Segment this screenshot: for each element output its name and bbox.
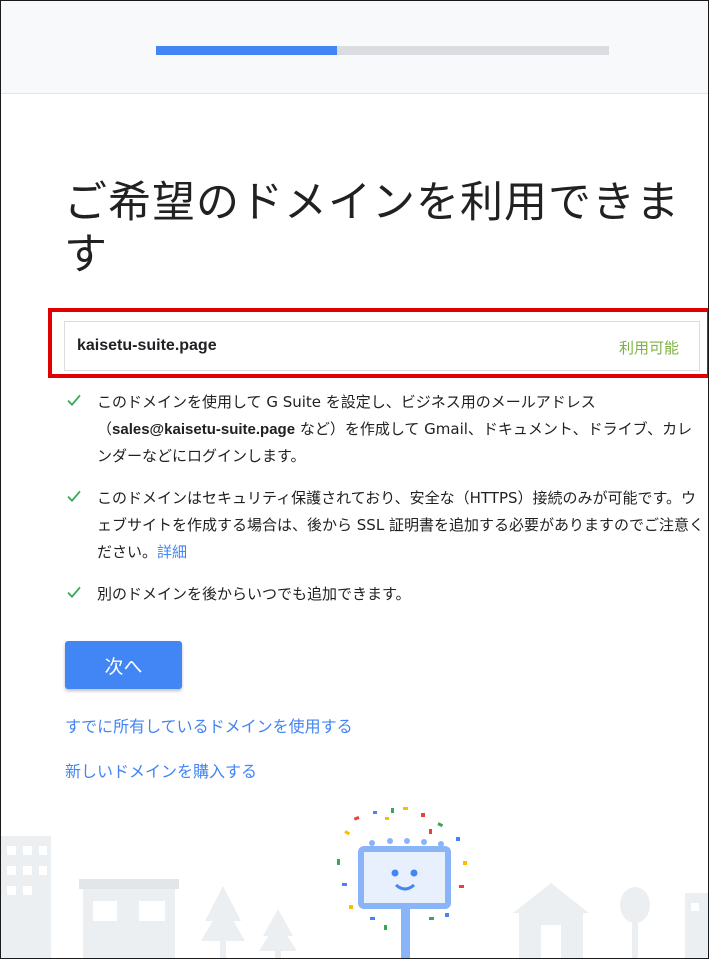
city-billboard-illustration (1, 807, 708, 958)
feature-text-part: このドメインはセキュリティ保護されており、安全な（HTTPS）接続のみが可能です… (97, 489, 704, 561)
feature-item: このドメインはセキュリティ保護されており、安全な（HTTPS）接続のみが可能です… (64, 485, 704, 566)
setup-progress-fill (156, 46, 338, 55)
check-icon (67, 394, 81, 406)
page-title-line2: す (64, 230, 108, 280)
details-link[interactable]: 詳細 (157, 543, 187, 561)
feature-text: このドメインを使用して G Suite を設定し、ビジネス用のメールアドレス（s… (97, 389, 704, 470)
annotation-highlight-box (48, 308, 708, 378)
setup-progress-bar (156, 46, 609, 55)
example-email: sales@kaisetu-suite.page (112, 421, 296, 438)
page-title-line1: ご希望のドメインを利用できま (64, 178, 680, 228)
buy-new-domain-link[interactable]: 新しいドメインを購入する (65, 758, 257, 782)
page-title: ご希望のドメインを利用できます (64, 177, 704, 281)
check-icon (67, 586, 81, 598)
header-bar (1, 1, 708, 94)
use-owned-domain-link[interactable]: すでに所有しているドメインを使用する (65, 713, 353, 737)
setup-page: ご希望のドメインを利用できます kaisetu-suite.page 利用可能 … (0, 0, 709, 959)
next-button[interactable]: 次へ (65, 641, 182, 689)
feature-text: このドメインはセキュリティ保護されており、安全な（HTTPS）接続のみが可能です… (97, 485, 704, 566)
feature-item: このドメインを使用して G Suite を設定し、ビジネス用のメールアドレス（s… (64, 389, 704, 470)
feature-item: 別のドメインを後からいつでも追加できます。 (64, 581, 704, 608)
check-icon (67, 490, 81, 502)
feature-text: 別のドメインを後からいつでも追加できます。 (97, 585, 411, 603)
